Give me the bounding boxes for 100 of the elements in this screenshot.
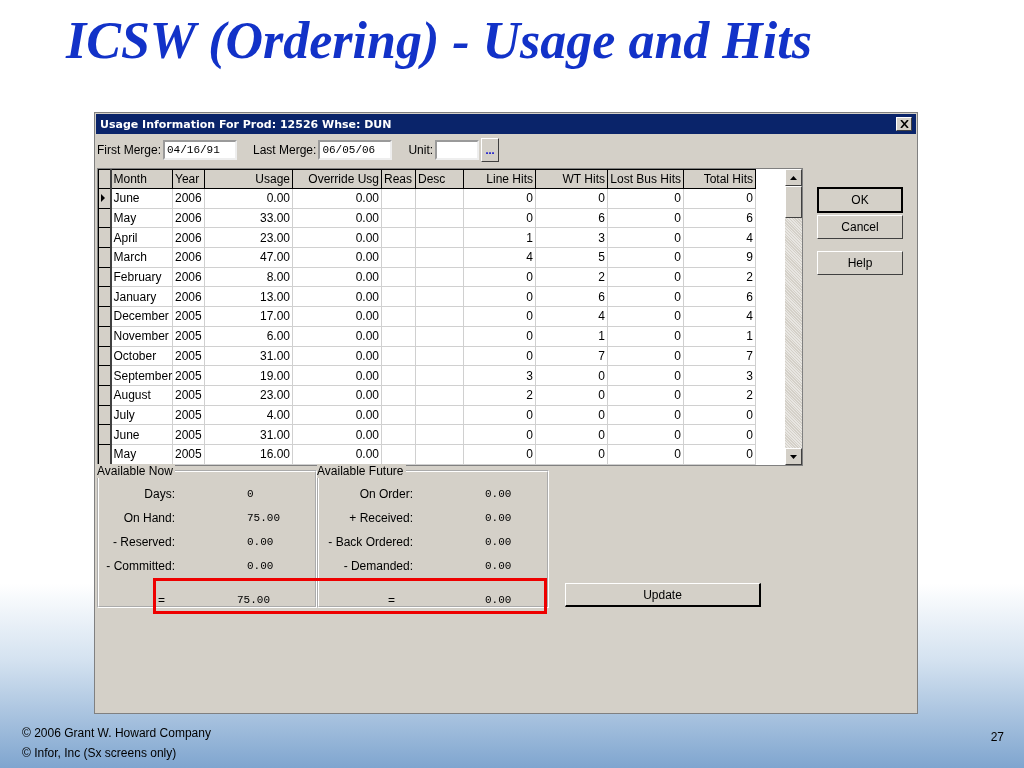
table-cell [381,346,416,366]
row-selector[interactable] [98,385,111,406]
column-header[interactable]: Override Usg [292,169,382,189]
column-header[interactable]: Month [110,169,173,189]
row-selector[interactable] [98,227,111,248]
equals-label: = [387,593,395,607]
table-cell: 2005 [172,326,205,346]
value-label: - Committed: [105,559,175,573]
table-cell: 2006 [172,247,205,268]
scroll-thumb[interactable] [785,186,802,218]
table-cell: 0 [463,208,536,228]
update-button[interactable]: Update [565,583,761,607]
column-header[interactable]: Lost Bus Hits [607,169,684,189]
down-arrow-icon [790,454,797,459]
table-cell: 0 [607,247,684,268]
value-text: 0 [247,488,254,500]
value-text: 0.00 [485,488,512,500]
dialog-button[interactable]: OK [817,187,903,213]
table-cell [415,346,464,366]
row-selector[interactable] [98,286,111,307]
column-header[interactable]: Usage [204,169,293,189]
row-selector[interactable] [98,188,111,209]
row-selector[interactable] [98,444,111,465]
close-button[interactable] [896,117,912,131]
value-text: 75.00 [247,512,280,524]
row-selector[interactable] [98,346,111,366]
table-cell: 0.00 [292,346,382,366]
table-cell: 0 [535,444,608,465]
table-cell [381,208,416,228]
table-cell: 0 [607,385,684,406]
last-merge-field[interactable]: 06/05/06 [318,140,393,160]
table-cell: 0.00 [292,286,382,307]
table-cell [381,365,416,386]
row-selector[interactable] [98,267,111,287]
table-cell: 0.00 [292,267,382,287]
table-cell: 4 [683,227,756,248]
table-cell: 8.00 [204,267,293,287]
table-cell: 0 [535,365,608,386]
table-cell: 7 [535,346,608,366]
table-cell [381,188,416,209]
table-cell: 0.00 [292,405,382,425]
table-cell: 0.00 [292,365,382,386]
row-selector[interactable] [98,326,111,346]
footer-text: © Infor, Inc (Sx screens only) [22,746,178,760]
table-cell: 16.00 [204,444,293,465]
row-header [98,169,111,189]
table-cell: 2 [683,267,756,287]
row-selector[interactable] [98,405,111,425]
value-label: On Hand: [122,511,175,525]
table-cell: 2005 [172,424,205,445]
table-cell: 0 [607,208,684,228]
table-cell: 0 [463,286,536,307]
row-selector[interactable] [98,424,111,445]
column-header[interactable]: Desc [415,169,464,189]
table-cell: 0.00 [292,306,382,327]
page-number: 27 [990,729,1004,744]
table-cell: 7 [683,346,756,366]
table-cell: 2 [535,267,608,287]
row-selector[interactable] [98,306,111,327]
scroll-up-button[interactable] [785,169,802,186]
table-cell: April [110,227,173,248]
table-cell: 0 [535,385,608,406]
column-header[interactable]: Reas [381,169,416,189]
table-cell [415,365,464,386]
unit-field[interactable] [435,140,480,160]
row-selector[interactable] [98,208,111,228]
table-cell: 2005 [172,306,205,327]
table-cell: 2 [683,385,756,406]
column-header[interactable]: Total Hits [683,169,756,189]
table-cell [415,385,464,406]
table-cell [415,208,464,228]
table-cell [381,424,416,445]
table-cell: 0 [463,267,536,287]
total-value: 75.00 [237,594,270,606]
column-header[interactable]: Year [172,169,205,189]
row-selector[interactable] [98,365,111,386]
table-cell: 0 [607,326,684,346]
table-cell: January [110,286,173,307]
lookup-button[interactable]: ... [481,138,500,162]
table-cell [381,227,416,248]
scroll-down-button[interactable] [785,448,802,465]
table-cell: 1 [463,227,536,248]
table-cell: 0 [683,424,756,445]
window-title: Usage Information For Prod: 12526 Whse: DUN [100,117,392,131]
column-header[interactable]: Line Hits [463,169,536,189]
table-cell [415,267,464,287]
table-cell: 2006 [172,267,205,287]
scrollbar-track[interactable] [785,169,802,465]
value-text: 0.00 [485,536,512,548]
row-selector[interactable] [98,247,111,268]
table-cell: December [110,306,173,327]
table-cell: August [110,385,173,406]
table-cell [415,286,464,307]
dialog-button[interactable]: Help [817,251,903,275]
equals-label: = [157,593,165,607]
table-cell: 0 [463,306,536,327]
table-cell: 4 [535,306,608,327]
first-merge-field[interactable]: 04/16/91 [163,140,237,160]
dialog-button[interactable]: Cancel [817,215,903,239]
column-header[interactable]: WT Hits [535,169,608,189]
